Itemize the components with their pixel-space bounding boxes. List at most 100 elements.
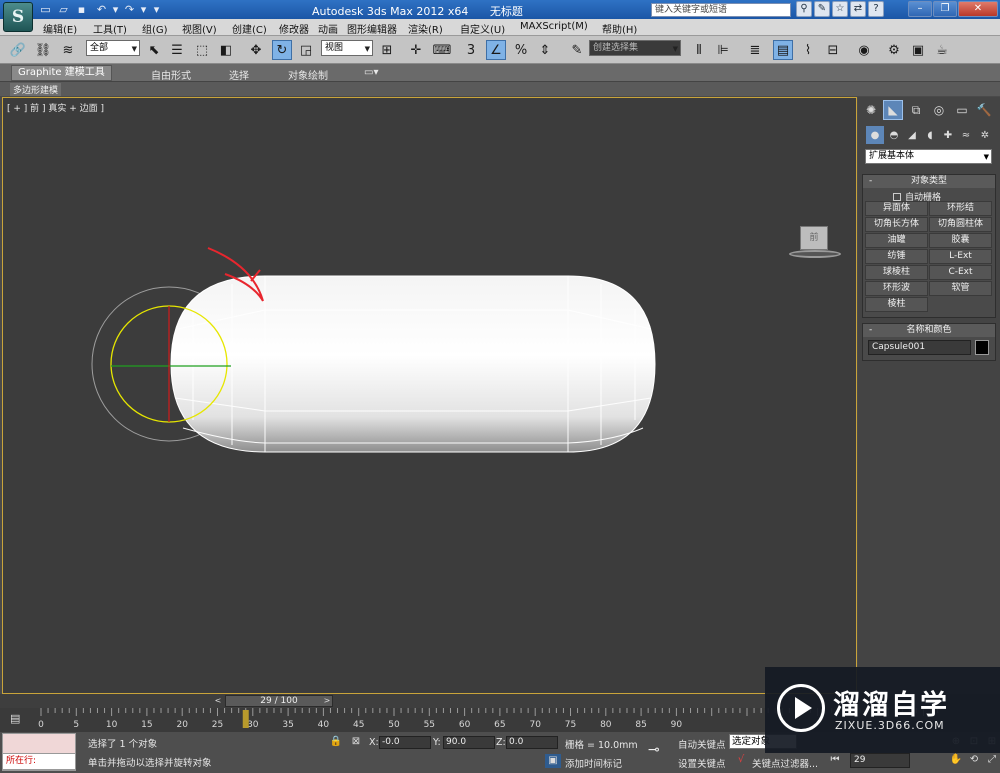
hedra-button[interactable]: 异面体 [865, 201, 928, 216]
keyboard-shortcut-icon[interactable]: ⌨ [432, 40, 452, 60]
restore-icon[interactable]: ❐ [933, 1, 957, 17]
cameras-icon[interactable]: ◖ [921, 126, 939, 144]
binoculars-icon[interactable]: ⚲ [796, 1, 812, 17]
tools-icon[interactable]: ✎ [814, 1, 830, 17]
menu-views[interactable]: 视图(V) [182, 21, 217, 36]
viewcube-compass[interactable] [789, 250, 841, 258]
utilities-tab-icon[interactable]: 🔨 [974, 100, 994, 120]
key-icon[interactable]: ⊸ [648, 742, 660, 758]
absolute-mode-icon[interactable]: ⊠ [348, 735, 364, 749]
helpers-icon[interactable]: ✚ [939, 126, 957, 144]
add-time-tag-button[interactable]: 添加时间标记 [565, 756, 622, 770]
curve-icon[interactable]: √ [733, 753, 749, 767]
render-setup-icon[interactable]: ⚙ [884, 40, 904, 60]
tab-polygon-modeling[interactable]: 多边形建模 [10, 83, 62, 96]
viewport-label[interactable]: [ + ] 前 ] 真实 + 边面 ] [7, 101, 104, 114]
pivot-center-icon[interactable]: ⊞ [377, 40, 397, 60]
menu-maxscript[interactable]: MAXScript(M) [520, 21, 588, 32]
app-logo-button[interactable]: S [3, 2, 33, 32]
select-scale-icon[interactable]: ◲ [296, 40, 316, 60]
select-object-icon[interactable]: ⬉ [144, 40, 164, 60]
time-next-icon[interactable]: > [322, 695, 332, 707]
spindle-button[interactable]: 纺锤 [865, 249, 928, 264]
rendered-frame-icon[interactable]: ▣ [908, 40, 928, 60]
menu-graph-editors[interactable]: 图形编辑器 [347, 21, 397, 36]
undo-dropdown-icon[interactable]: ▾ [108, 2, 123, 17]
display-tab-icon[interactable]: ▭ [952, 100, 972, 120]
align-icon[interactable]: ⊫ [713, 40, 733, 60]
maximize-viewport-icon[interactable]: ⤢ [984, 753, 1000, 767]
menu-animation[interactable]: 动画 [318, 21, 338, 36]
systems-icon[interactable]: ✲ [976, 126, 994, 144]
auto-key-button[interactable]: 自动关键点 [678, 737, 726, 751]
chamfer-box-button[interactable]: 切角长方体 [865, 217, 928, 232]
reference-coordinate-dropdown[interactable]: 视图 [321, 40, 373, 56]
search-input[interactable]: 键入关键字或短语 [651, 3, 791, 17]
render-teapot-icon[interactable]: ☕ [932, 40, 952, 60]
y-coordinate-input[interactable]: 90.0 [443, 736, 495, 749]
menu-help[interactable]: 帮助(H) [602, 21, 637, 36]
motion-tab-icon[interactable]: ◎ [929, 100, 949, 120]
shapes-icon[interactable]: ◓ [885, 126, 903, 144]
percent-snap-icon[interactable]: % [511, 40, 531, 60]
angle-snap-icon[interactable]: ∠ [486, 40, 506, 60]
checkbox-icon[interactable] [893, 193, 901, 201]
capsule-object[interactable] [170, 275, 656, 453]
l-ext-button[interactable]: L-Ext [929, 249, 992, 264]
minimize-icon[interactable]: – [908, 1, 932, 17]
oil-tank-button[interactable]: 油罐 [865, 233, 928, 248]
graphite-toggle-icon[interactable]: ▤ [773, 40, 793, 60]
spinner-snap-icon[interactable]: ⇕ [535, 40, 555, 60]
z-coordinate-input[interactable]: 0.0 [506, 736, 558, 749]
exchange-icon[interactable]: ⇄ [850, 1, 866, 17]
edit-named-selection-icon[interactable]: ✎ [567, 40, 587, 60]
object-color-swatch[interactable] [975, 340, 989, 355]
sun-icon[interactable]: ✺ [861, 100, 881, 120]
name-color-header[interactable]: 名称和颜色 [863, 324, 995, 337]
manipulate-icon[interactable]: ✛ [406, 40, 426, 60]
tab-selection[interactable]: 选择 [229, 67, 249, 82]
lock-icon[interactable]: 🔒 [328, 735, 344, 749]
maxscript-line[interactable]: 所在行: [2, 753, 76, 770]
space-warps-icon[interactable]: ≈ [957, 126, 975, 144]
current-frame-input[interactable]: 29 [850, 753, 910, 768]
chamfer-cyl-button[interactable]: 切角圆柱体 [929, 217, 992, 232]
material-editor-icon[interactable]: ◉ [854, 40, 874, 60]
menu-tools[interactable]: 工具(T) [93, 21, 127, 36]
window-crossing-icon[interactable]: ◧ [216, 40, 236, 60]
bind-space-warp-icon[interactable]: ≋ [58, 40, 78, 60]
time-slider-thumb[interactable]: 29 / 100 [225, 695, 333, 707]
open-folder-icon[interactable]: ▱ [56, 2, 71, 17]
key-filters-button[interactable]: 关键点过滤器... [752, 756, 818, 770]
quick-access-menu-icon[interactable]: ▾ [149, 2, 164, 17]
geometry-icon[interactable]: ● [866, 126, 884, 144]
redo-icon[interactable]: ↷ [122, 2, 137, 17]
c-ext-button[interactable]: C-Ext [929, 265, 992, 280]
layer-manager-icon[interactable]: ≣ [745, 40, 765, 60]
save-icon[interactable]: ▪ [74, 2, 89, 17]
go-to-start-icon[interactable]: ⏮ [827, 753, 843, 767]
select-move-icon[interactable]: ✥ [246, 40, 266, 60]
rectangle-selection-icon[interactable]: ⬚ [192, 40, 212, 60]
hose-button[interactable]: 软管 [929, 281, 992, 296]
time-prev-icon[interactable]: < [213, 695, 223, 707]
gengon-button[interactable]: 球棱柱 [865, 265, 928, 280]
mirror-icon[interactable]: ⫴ [689, 40, 709, 60]
tab-freeform[interactable]: 自由形式 [151, 67, 191, 82]
select-rotate-icon[interactable]: ↻ [272, 40, 292, 60]
viewcube-icon[interactable]: 前 [800, 226, 828, 250]
menu-rendering[interactable]: 渲染(R) [408, 21, 443, 36]
curve-editor-icon[interactable]: ⌇ [798, 40, 818, 60]
torus-knot-button[interactable]: 环形结 [929, 201, 992, 216]
unlink-icon[interactable]: ⛓ [33, 40, 53, 60]
menu-modifiers[interactable]: 修改器 [279, 21, 309, 36]
pan-icon[interactable]: ✋ [948, 753, 964, 767]
hierarchy-tab-icon[interactable]: ⧉ [906, 100, 926, 120]
link-icon[interactable]: 🔗 [8, 40, 28, 60]
time-tag-icon[interactable]: ▣ [545, 754, 561, 768]
named-selection-dropdown[interactable]: 创建选择集 [589, 40, 681, 56]
current-frame-marker[interactable] [242, 710, 249, 728]
new-file-icon[interactable]: ▭ [38, 2, 53, 17]
schematic-view-icon[interactable]: ⊟ [823, 40, 843, 60]
object-name-field[interactable]: Capsule001 [868, 340, 971, 355]
